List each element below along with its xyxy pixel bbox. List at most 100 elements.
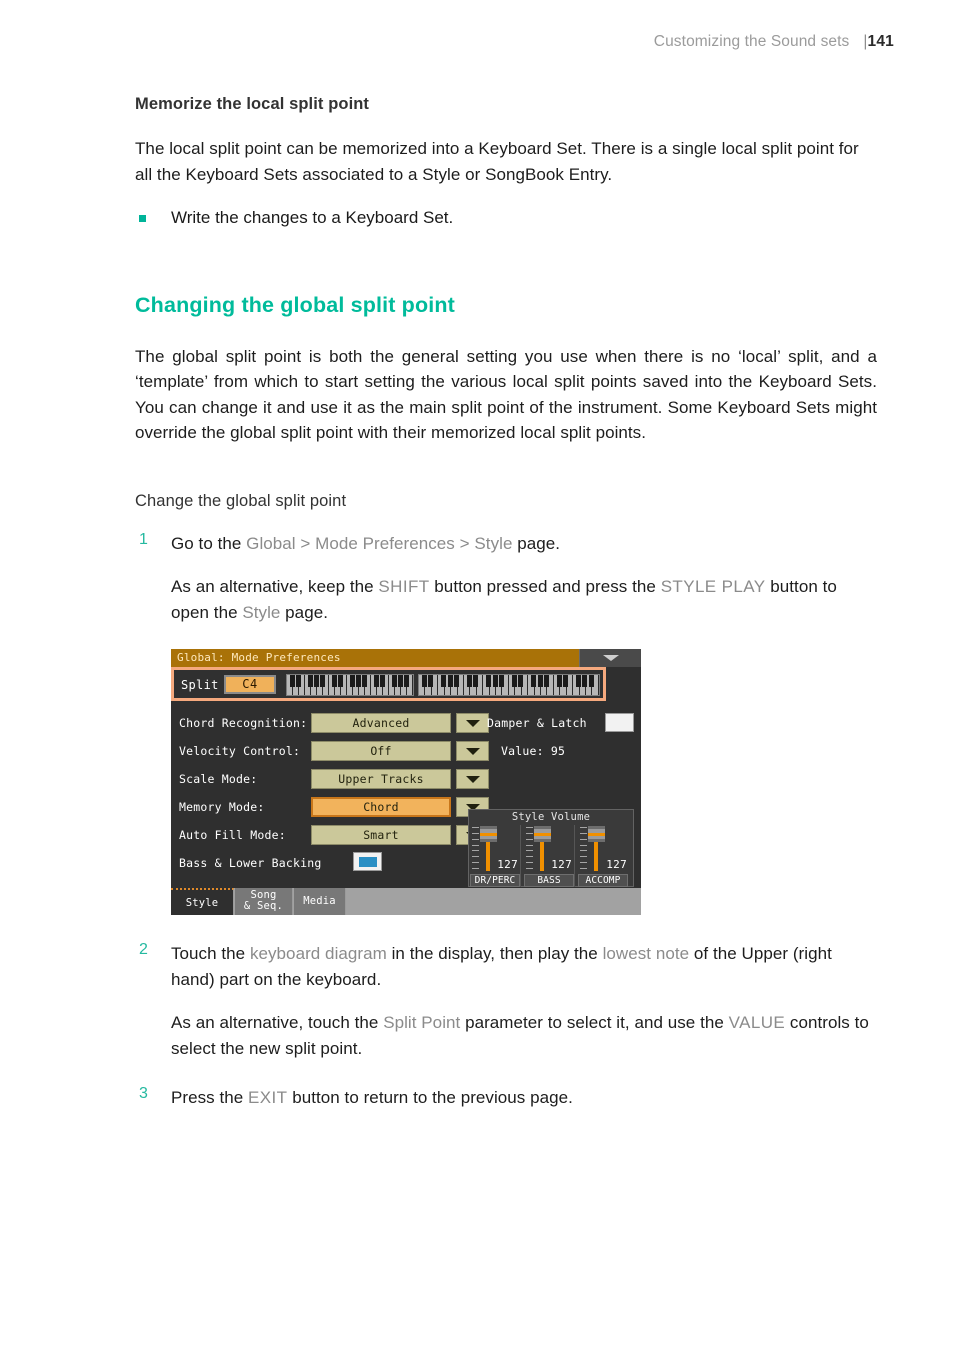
split-point-row[interactable]: Split C4 — [171, 667, 606, 701]
step-1-text-b: page. — [512, 533, 561, 553]
device-tab-media[interactable]: Media — [294, 888, 346, 915]
step-2-alt-a: As an alternative, touch the — [171, 1013, 384, 1032]
fader-track-bass — [540, 839, 544, 871]
step-1-text-a: Go to the — [171, 533, 247, 553]
step-3-text: Press the EXIT button to return to the p… — [171, 1085, 877, 1111]
split-label: Split — [181, 678, 219, 692]
step-2-text-b: in the display, then play the — [386, 944, 603, 963]
ui-sep-1: > — [295, 533, 316, 553]
ui-ref-mode-preferences: Mode Preferences — [315, 533, 455, 553]
ui-ref-style-play-button: STYLE PLAY — [660, 577, 766, 596]
param-value-memory-mode[interactable]: Chord — [311, 797, 451, 817]
style-volume-title: Style Volume — [511, 811, 591, 823]
fader-label-accomp: ACCOMP — [578, 874, 628, 887]
param-dropdown-chord-recognition[interactable] — [456, 713, 489, 733]
fader-track-dr-perc — [486, 839, 490, 871]
device-tab-seq-label: & Seq. — [243, 900, 284, 912]
fader-ticks-icon — [472, 827, 479, 869]
keyboard-diagram-upper[interactable] — [418, 674, 600, 696]
procedure-heading: Change the global split point — [135, 491, 347, 510]
fader-handle-accomp[interactable] — [588, 826, 605, 842]
step-1-alternative: As an alternative, keep the SHIFT button… — [171, 574, 877, 625]
device-title: Global: Mode Preferences — [177, 651, 341, 664]
ui-ref-keyboard-diagram: keyboard diagram — [249, 944, 387, 963]
device-page-menu-button[interactable] — [579, 649, 641, 667]
param-label-auto-fill-mode: Auto Fill Mode: — [179, 828, 286, 842]
ui-ref-split-point: Split Point — [383, 1013, 461, 1032]
fader-handle-dr-perc[interactable] — [480, 826, 497, 842]
step-3: 3 Press the EXIT button to return to the… — [135, 1085, 877, 1111]
memorize-paragraph: The local split point can be memorized i… — [135, 139, 859, 184]
fader-value-bass: 127 — [551, 858, 572, 871]
param-label-velocity-control: Velocity Control: — [179, 744, 301, 758]
device-title-bar: Global: Mode Preferences — [171, 649, 641, 667]
fader-handle-bass[interactable] — [534, 826, 551, 842]
step-1-alt-a: As an alternative, keep the — [171, 577, 379, 596]
fader-ticks-icon — [526, 827, 533, 869]
param-label-memory-mode: Memory Mode: — [179, 800, 265, 814]
ui-ref-global: Global — [246, 533, 296, 553]
step-1-text: Go to the Global > Mode Preferences > St… — [171, 531, 877, 557]
step-2-text-a: Touch the — [171, 944, 250, 963]
param-row-scale-mode: Scale Mode: Upper Tracks — [179, 769, 499, 789]
param-dropdown-velocity-control[interactable] — [456, 741, 489, 761]
fader-value-accomp: 127 — [606, 858, 627, 871]
memorize-heading: Memorize the local split point — [135, 95, 370, 113]
running-title: Customizing the Sound sets — [653, 33, 850, 50]
step-2: 2 Touch the keyboard diagram in the disp… — [135, 941, 877, 1061]
step-2-alternative: As an alternative, touch the Split Point… — [171, 1010, 877, 1061]
device-tab-song-seq[interactable]: Song & Seq. — [235, 888, 293, 915]
ui-ref-style-page: Style — [242, 602, 281, 622]
step-2-number: 2 — [139, 941, 148, 958]
ui-ref-value-controls: VALUE — [728, 1013, 786, 1032]
bullet-square-icon — [139, 215, 146, 222]
damper-latch-checkbox[interactable] — [605, 713, 634, 732]
bass-lower-backing-label: Bass & Lower Backing — [179, 856, 322, 870]
param-label-chord-recognition: Chord Recognition: — [179, 716, 308, 730]
memorize-bullet-item: Write the changes to a Keyboard Set. — [135, 205, 877, 231]
fader-ticks-icon — [580, 827, 587, 869]
param-label-scale-mode: Scale Mode: — [179, 772, 258, 786]
fader-label-dr-perc: DR/PERC — [470, 874, 520, 887]
step-3-text-b: button to return to the previous page. — [287, 1088, 573, 1107]
page-content: Memorize the local split point The local… — [135, 95, 877, 1111]
param-row-chord-recognition: Chord Recognition: Advanced — [179, 713, 499, 733]
style-volume-panel: Style Volume 127 DR/PERC 127 BASS 127 AC… — [468, 809, 634, 887]
ui-ref-style: Style — [474, 533, 513, 553]
memorize-bullet-text: Write the changes to a Keyboard Set. — [171, 208, 454, 227]
param-row-memory-mode: Memory Mode: Chord — [179, 797, 499, 817]
ui-ref-shift-button: SHIFT — [378, 577, 430, 596]
fader-accomp[interactable]: 127 ACCOMP — [577, 825, 629, 887]
chevron-down-icon — [602, 655, 619, 661]
fader-dr-perc[interactable]: 127 DR/PERC — [469, 825, 521, 887]
keyboard-diagram-lower[interactable] — [286, 674, 414, 696]
param-row-velocity-control: Velocity Control: Off — [179, 741, 499, 761]
param-value-velocity-control[interactable]: Off — [311, 741, 451, 761]
param-value-scale-mode[interactable]: Upper Tracks — [311, 769, 451, 789]
damper-value-readout: Value: 95 — [501, 744, 566, 758]
step-3-text-a: Press the — [171, 1088, 249, 1107]
step-3-number: 3 — [139, 1085, 148, 1102]
page-running-head: Customizing the Sound sets |141 — [654, 33, 894, 51]
device-tab-media-label: Media — [303, 895, 336, 907]
bass-lower-backing-checkbox[interactable] — [353, 852, 382, 871]
device-tab-style-label: Style — [185, 897, 219, 909]
step-2-text: Touch the keyboard diagram in the displa… — [171, 941, 877, 992]
device-tab-style[interactable]: Style — [171, 888, 234, 915]
fader-value-dr-perc: 127 — [497, 858, 518, 871]
checkbox-checked-fill-icon — [359, 857, 377, 867]
step-1-alt-b: button pressed and press the — [429, 577, 661, 596]
step-1: 1 Go to the Global > Mode Preferences > … — [135, 531, 877, 915]
param-value-chord-recognition[interactable]: Advanced — [311, 713, 451, 733]
split-value-button[interactable]: C4 — [224, 675, 276, 694]
ui-ref-lowest-note: lowest note — [602, 944, 690, 963]
device-tab-bar: Style Song & Seq. Media — [171, 888, 641, 915]
ui-sep-2: > — [454, 533, 475, 553]
fader-bass[interactable]: 127 BASS — [523, 825, 575, 887]
param-dropdown-scale-mode[interactable] — [456, 769, 489, 789]
device-screenshot-global-mode-preferences: Global: Mode Preferences Split C4 Chord … — [171, 649, 641, 915]
fader-track-accomp — [594, 839, 598, 871]
changing-paragraph: The global split point is both the gener… — [135, 346, 877, 443]
step-2-alt-b: parameter to select it, and use the — [460, 1013, 729, 1032]
param-value-auto-fill-mode[interactable]: Smart — [311, 825, 451, 845]
